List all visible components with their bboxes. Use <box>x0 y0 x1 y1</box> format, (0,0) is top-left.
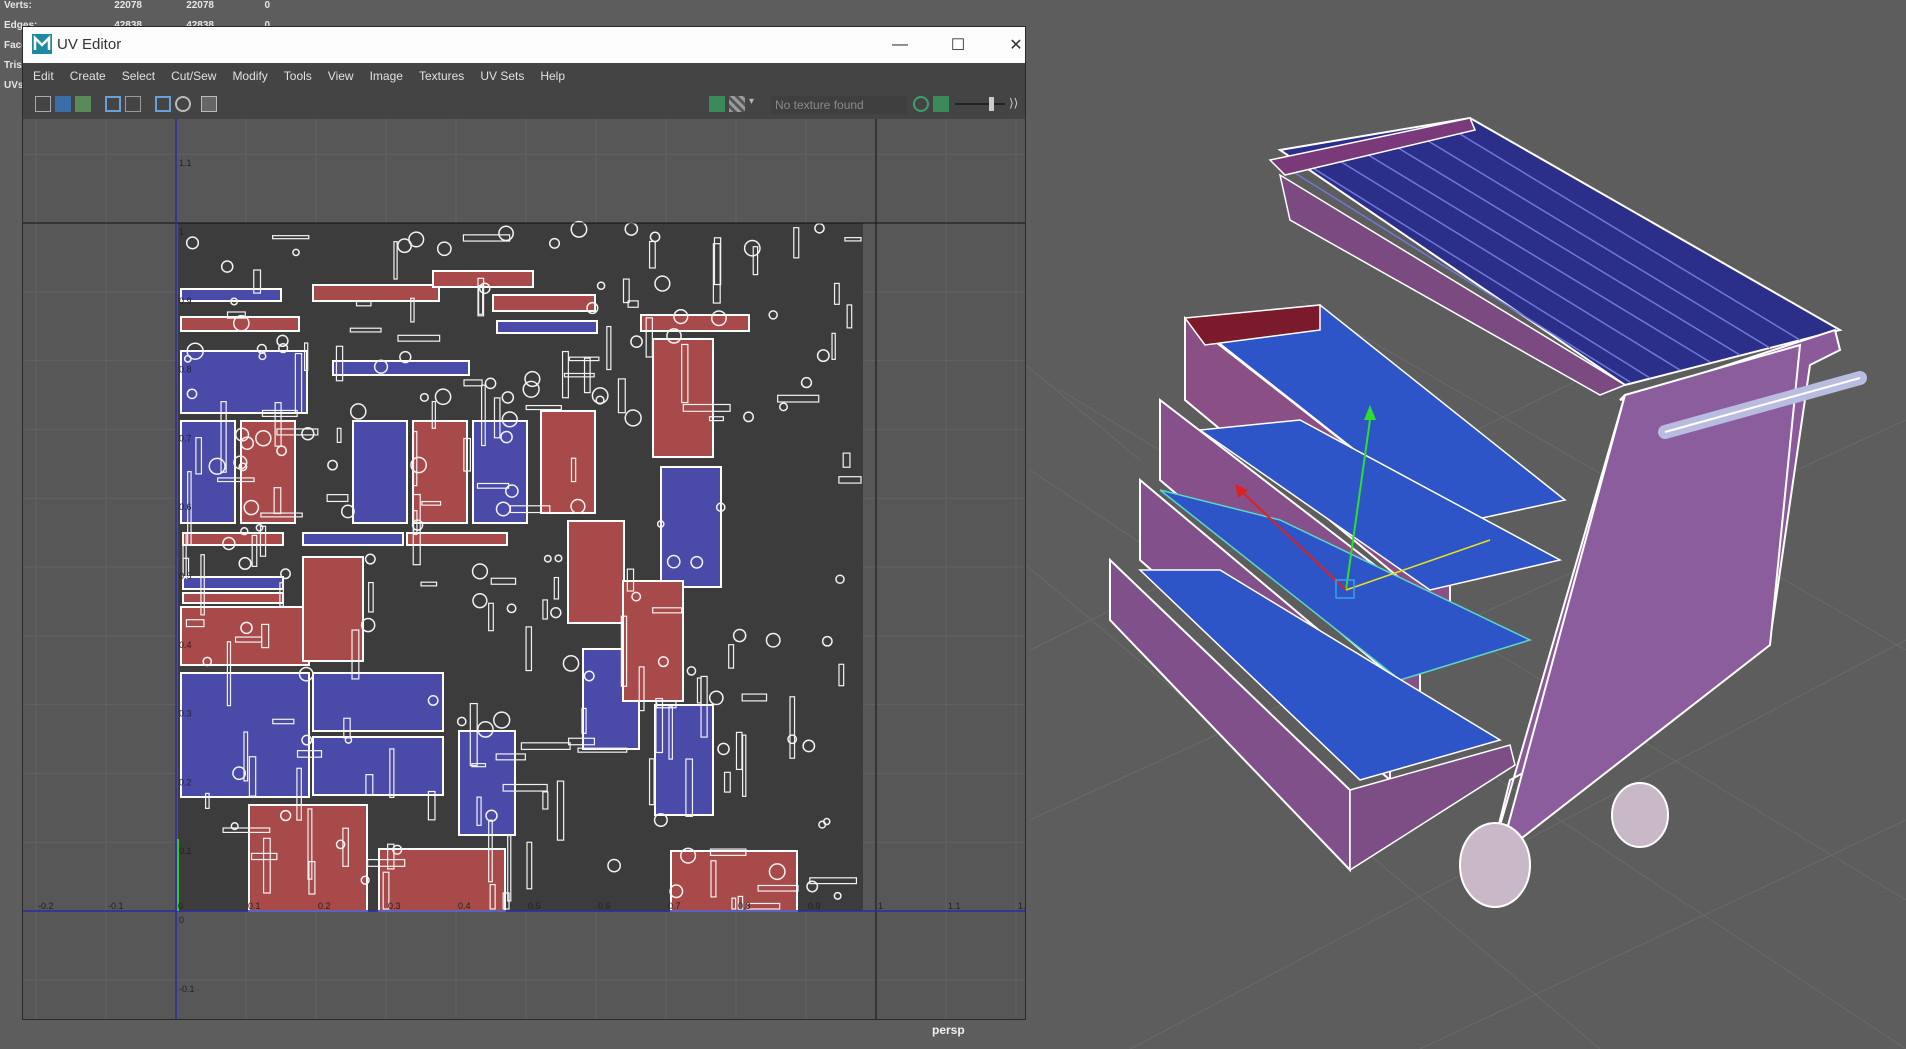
texture-field[interactable]: No texture found <box>771 96 907 114</box>
hud-value: 22078 <box>186 0 214 11</box>
uv-canvas[interactable]: -0.2 -0.1 0 0.1 0.2 0.3 0.4 0.5 0.6 0.7 0.8 0.9 1 1.1… <box>23 119 1025 1019</box>
uv-grid-icon[interactable] <box>35 96 51 112</box>
v-tick-label: 0.8 <box>179 365 192 375</box>
pixel-snap-icon[interactable] <box>175 96 191 112</box>
u-tick-label: 0.4 <box>458 901 471 911</box>
v-tick-label: 0.3 <box>179 709 192 719</box>
uv-shells[interactable] <box>178 220 863 912</box>
menu-tools[interactable]: Tools <box>284 69 312 83</box>
v-tick-label: 0.1 <box>179 846 192 856</box>
u-tick-label: 0 <box>178 901 183 911</box>
u-tick-label: 1.2 <box>1018 901 1025 911</box>
u-tick-label: 0.5 <box>528 901 541 911</box>
hud-verts-row: Verts: 22078 22078 0 <box>4 0 270 20</box>
slider-handle[interactable] <box>989 97 994 111</box>
uv-editor-window[interactable]: UV Editor — ☐ ✕ Edit Create Select Cut/S… <box>23 27 1025 1019</box>
menu-select[interactable]: Select <box>122 69 155 83</box>
menu-modify[interactable]: Modify <box>232 69 267 83</box>
camera-label: persp <box>932 1023 965 1037</box>
checker-icon[interactable] <box>55 96 71 112</box>
image-icon[interactable] <box>75 96 91 112</box>
v-tick-label: 1.1 <box>179 158 192 168</box>
u-tick-label: 0.6 <box>598 901 611 911</box>
menu-uv-sets[interactable]: UV Sets <box>480 69 524 83</box>
close-button[interactable]: ✕ <box>987 27 1045 63</box>
u-tick-label: 0.1 <box>248 901 261 911</box>
u-tick-label: 1 <box>878 901 883 911</box>
v-tick-label: 0.9 <box>179 296 192 306</box>
menu-edit[interactable]: Edit <box>33 69 54 83</box>
exposure-slider[interactable] <box>955 103 1005 105</box>
u-tick-label: 0.9 <box>808 901 821 911</box>
v-tick-label: 1 <box>179 227 184 237</box>
v-tick-label: 0.6 <box>179 502 192 512</box>
texture-image-icon[interactable] <box>709 96 725 112</box>
u-tick-label: 0.8 <box>738 901 751 911</box>
u-tick-label: 0.3 <box>388 901 401 911</box>
v-tick-label: 0.2 <box>179 777 192 787</box>
u-tick-label: 0.2 <box>318 901 331 911</box>
menu-view[interactable]: View <box>328 69 354 83</box>
menu-cut-sew[interactable]: Cut/Sew <box>171 69 216 83</box>
hud-value: 0 <box>264 0 270 11</box>
camera-icon[interactable] <box>201 96 217 112</box>
menu-create[interactable]: Create <box>70 69 106 83</box>
distortion-icon[interactable] <box>125 96 141 112</box>
checker-display-icon[interactable] <box>729 96 745 112</box>
window-title: UV Editor <box>57 36 122 53</box>
menu-help[interactable]: Help <box>540 69 565 83</box>
maximize-button[interactable]: ☐ <box>929 27 987 63</box>
v-tick-label: 0.5 <box>179 571 192 581</box>
menu-image[interactable]: Image <box>370 69 403 83</box>
chevron-down-icon[interactable]: ▾ <box>749 96 759 112</box>
maya-logo-icon <box>32 34 52 54</box>
title-bar[interactable]: UV Editor — ☐ ✕ <box>23 27 1025 63</box>
hud-value: 22078 <box>114 0 142 11</box>
uv-layout: -0.2 -0.1 0 0.1 0.2 0.3 0.4 0.5 0.6 0.7 0.8 0.9 1 1.1… <box>23 119 1025 1019</box>
menu-bar: Edit Create Select Cut/Sew Modify Tools … <box>23 63 1025 89</box>
expand-icon[interactable]: ⟩⟩ <box>1009 96 1025 112</box>
v-tick-label: -0.1 <box>179 984 195 994</box>
v-tick-label: 0.7 <box>179 433 192 443</box>
v-tick-label: 0 <box>179 915 184 925</box>
hud-label: Verts: <box>4 0 32 11</box>
u-tick-label: 1.1 <box>948 901 961 911</box>
grid-toggle-icon[interactable] <box>155 96 171 112</box>
exposure-icon[interactable] <box>933 96 949 112</box>
shaded-uv-icon[interactable] <box>105 96 121 112</box>
uv-toolbar: ▾ No texture found ⟩⟩ <box>23 89 1025 120</box>
u-tick-label: -0.1 <box>108 901 124 911</box>
v-tick-label: 0.4 <box>179 640 192 650</box>
menu-textures[interactable]: Textures <box>419 69 464 83</box>
u-tick-label: -0.2 <box>38 901 54 911</box>
tool-cart-model[interactable] <box>1109 116 1867 908</box>
minimize-button[interactable]: — <box>871 27 929 63</box>
u-tick-label: 0.7 <box>668 901 681 911</box>
color-management-icon[interactable] <box>913 96 929 112</box>
